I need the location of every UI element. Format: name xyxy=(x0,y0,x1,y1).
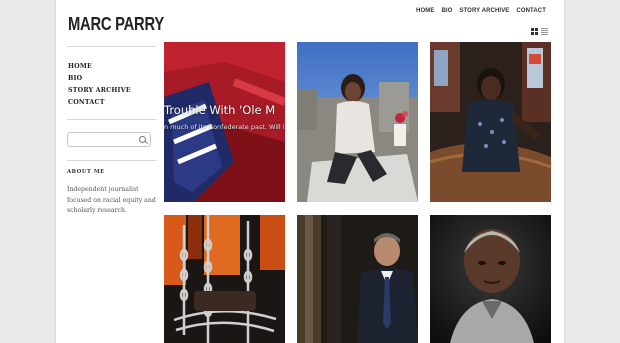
top-navigation: HOME BIO STORY ARCHIVE CONTACT xyxy=(416,8,546,14)
sidebar-item-bio[interactable]: BIO xyxy=(68,73,156,85)
story-title: Trouble With 'Ole M xyxy=(164,103,276,117)
sidebar: HOME BIO STORY ARCHIVE CONTACT ABOUT ME … xyxy=(67,46,156,217)
topnav-bio[interactable]: BIO xyxy=(441,8,452,14)
story-tile-2[interactable] xyxy=(297,42,418,202)
view-toggle xyxy=(531,28,548,35)
story-image xyxy=(164,42,285,202)
story-image xyxy=(430,42,551,202)
about-text: Independent journalist focused on racial… xyxy=(67,185,156,217)
divider xyxy=(67,160,156,161)
topnav-story-archive[interactable]: STORY ARCHIVE xyxy=(459,8,509,14)
topnav-home[interactable]: HOME xyxy=(416,8,434,14)
story-image xyxy=(430,215,551,343)
sidebar-item-contact[interactable]: CONTACT xyxy=(68,97,156,109)
sidebar-navigation: HOME BIO STORY ARCHIVE CONTACT xyxy=(67,47,156,119)
about-line: focused on racial equity and xyxy=(67,196,156,204)
sidebar-item-story-archive[interactable]: STORY ARCHIVE xyxy=(68,85,156,97)
story-tile-5[interactable] xyxy=(297,215,418,343)
about-line: Independent journalist xyxy=(67,186,139,193)
page: MARC PARRY HOME BIO STORY ARCHIVE CONTAC… xyxy=(56,0,564,343)
story-image xyxy=(297,215,418,343)
story-image xyxy=(164,215,285,343)
about-section: ABOUT ME Independent journalist focused … xyxy=(67,153,156,217)
story-tile-3[interactable] xyxy=(430,42,551,202)
story-dek: n much of its Confederate past. Will it xyxy=(164,123,285,131)
about-line: scholarly research. xyxy=(67,207,127,214)
search-icon[interactable] xyxy=(139,136,146,143)
site-title[interactable]: MARC PARRY xyxy=(68,14,164,35)
grid-view-icon[interactable] xyxy=(531,28,538,35)
sidebar-item-home[interactable]: HOME xyxy=(68,61,156,73)
story-tile-4[interactable] xyxy=(164,215,285,343)
list-view-icon[interactable] xyxy=(541,28,548,35)
topnav-contact[interactable]: CONTACT xyxy=(516,8,546,14)
story-tile-6[interactable] xyxy=(430,215,551,343)
story-image xyxy=(297,42,418,202)
about-title: ABOUT ME xyxy=(67,169,105,175)
story-tile-1[interactable]: Trouble With 'Ole M n much of its Confed… xyxy=(164,42,285,202)
divider xyxy=(67,119,156,120)
search-input[interactable] xyxy=(67,132,151,147)
